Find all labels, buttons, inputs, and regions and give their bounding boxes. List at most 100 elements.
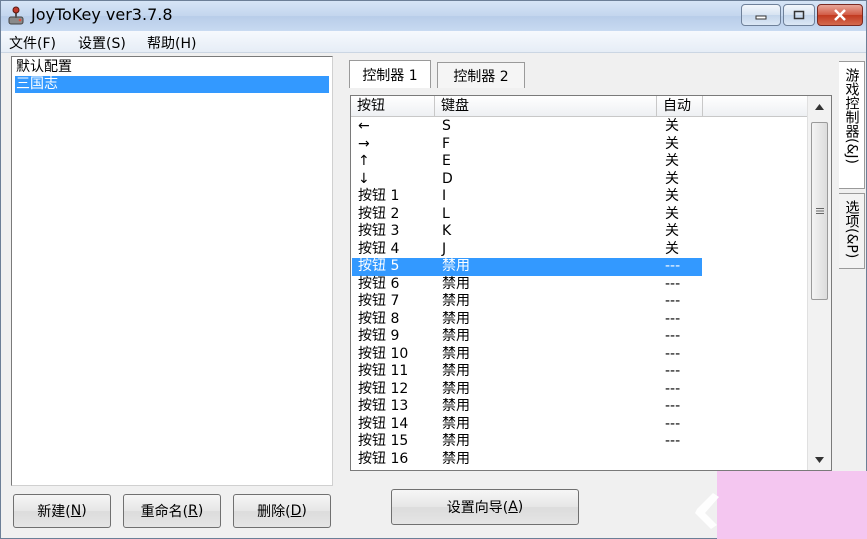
- menu-settings[interactable]: 设置(S): [78, 33, 126, 53]
- tab-controller-1[interactable]: 控制器 1: [349, 60, 431, 88]
- cell-keyboard: 禁用: [442, 380, 470, 397]
- menu-help[interactable]: 帮助(H): [147, 33, 196, 53]
- cell-auto: ---: [665, 363, 681, 379]
- tab-controller-2[interactable]: 控制器 2: [437, 62, 525, 88]
- cell-keyboard: S: [442, 118, 451, 134]
- tab-options[interactable]: 选项(&P): [839, 193, 865, 269]
- delete-button-label: 删除(: [257, 504, 291, 520]
- setup-wizard-key: A: [508, 499, 518, 515]
- new-button-label-end: ): [81, 503, 87, 519]
- table-row[interactable]: 按钮 11 禁用 ---: [352, 363, 702, 381]
- cell-auto: 关: [665, 188, 679, 204]
- table-row[interactable]: ↓ D 关: [352, 171, 702, 189]
- new-button-key: N: [70, 503, 82, 519]
- table-row[interactable]: 按钮 15 禁用 ---: [352, 433, 702, 451]
- minimize-button[interactable]: [741, 4, 781, 26]
- table-row[interactable]: ← S 关: [352, 118, 702, 136]
- delete-button-key: D: [290, 503, 302, 519]
- menu-bar: 文件(F) 设置(S) 帮助(H): [1, 31, 866, 53]
- tab-game-controller-label: 游戏控制器(&J): [843, 68, 860, 164]
- cell-button: ↓: [358, 170, 370, 187]
- cell-button: 按钮 7: [358, 293, 400, 309]
- maximize-button[interactable]: [783, 4, 815, 26]
- tab-controller-2-label: 控制器 2: [453, 68, 509, 85]
- delete-button[interactable]: 删除(D): [233, 494, 331, 528]
- table-row[interactable]: 按钮 16 禁用: [352, 451, 702, 469]
- cell-keyboard: 禁用: [442, 328, 470, 344]
- close-icon: [834, 9, 846, 21]
- table-row[interactable]: ↑ E 关: [352, 153, 702, 171]
- cell-button: 按钮 3: [358, 223, 400, 239]
- cell-keyboard: I: [442, 188, 447, 204]
- delete-button-label-end: ): [301, 503, 307, 519]
- title-bar[interactable]: JoyToKey ver3.7.8: [1, 1, 866, 31]
- tab-game-controller[interactable]: 游戏控制器(&J): [839, 61, 865, 189]
- cell-keyboard: 禁用: [442, 363, 470, 379]
- cell-auto: ---: [665, 293, 681, 309]
- grip-lines-icon: [816, 208, 824, 214]
- cell-keyboard: 禁用: [442, 258, 470, 274]
- cell-auto: 关: [665, 240, 679, 257]
- cell-keyboard: K: [442, 223, 452, 239]
- column-header-auto[interactable]: 自动: [657, 96, 703, 117]
- profile-item-sanguozhi[interactable]: 三国志: [15, 76, 329, 93]
- cell-auto: 关: [665, 135, 679, 152]
- cell-keyboard: L: [442, 205, 450, 222]
- cell-button: 按钮 8: [358, 310, 400, 327]
- new-button-label: 新建(: [37, 504, 71, 520]
- cell-button: 按钮 11: [358, 363, 409, 379]
- cell-auto: ---: [665, 310, 681, 327]
- table-row[interactable]: 按钮 4 J 关: [352, 241, 702, 259]
- grid-vertical-scrollbar[interactable]: [807, 96, 831, 470]
- table-row[interactable]: 按钮 5 禁用 ---: [352, 258, 702, 276]
- table-row[interactable]: 按钮 2 L 关: [352, 206, 702, 224]
- cell-button: 按钮 6: [358, 275, 400, 292]
- table-row[interactable]: 按钮 3 K 关: [352, 223, 702, 241]
- table-row[interactable]: 按钮 1 I 关: [352, 188, 702, 206]
- minimize-icon: [755, 15, 767, 20]
- table-row[interactable]: 按钮 10 禁用 ---: [352, 346, 702, 364]
- cell-auto: ---: [665, 433, 681, 449]
- cell-button: 按钮 9: [358, 328, 400, 344]
- button-mapping-grid[interactable]: 按钮 键盘 自动 ← S 关 → F 关 ↑ E 关 ↓ D 关按钮 1 I 关按钮 2 L 关按钮 3K关按…: [350, 95, 832, 471]
- scroll-up-arrow-icon[interactable]: [815, 104, 824, 110]
- new-button[interactable]: 新建(N): [13, 494, 111, 528]
- setup-wizard-label: 设置向导(: [446, 500, 509, 516]
- rename-button-label: 重命名(: [140, 504, 189, 520]
- rename-button[interactable]: 重命名(R): [123, 494, 221, 528]
- cell-auto: 关: [665, 223, 679, 239]
- watermark-overlay: [717, 471, 867, 539]
- maximize-icon: [793, 10, 805, 20]
- cell-auto: 关: [665, 205, 679, 222]
- table-row[interactable]: 按钮 6 禁用 ---: [352, 276, 702, 294]
- cell-auto: 关: [665, 170, 679, 187]
- profile-item-default[interactable]: 默认配置: [15, 59, 329, 76]
- close-button[interactable]: [817, 4, 863, 26]
- cell-button: 按钮 12: [358, 380, 409, 397]
- cell-auto: ---: [665, 275, 681, 292]
- table-row[interactable]: 按钮 7 禁用 ---: [352, 293, 702, 311]
- cell-button: ←: [358, 118, 370, 134]
- column-header-button[interactable]: 按钮: [351, 96, 435, 117]
- profile-list[interactable]: 默认配置 三国志: [11, 56, 333, 486]
- column-header-keyboard[interactable]: 键盘: [435, 96, 657, 117]
- cell-keyboard: 禁用: [442, 310, 470, 327]
- setup-wizard-label-end: ): [517, 499, 524, 515]
- table-row[interactable]: 按钮 14 禁用 ---: [352, 416, 702, 434]
- menu-file[interactable]: 文件(F): [9, 33, 56, 53]
- table-row[interactable]: → F 关: [352, 136, 702, 154]
- cell-button: 按钮 4: [358, 240, 400, 257]
- cell-keyboard: 禁用: [442, 275, 470, 292]
- cell-button: 按钮 5: [358, 258, 400, 274]
- cell-button: ↑: [358, 153, 370, 169]
- table-row[interactable]: 按钮 8 禁用 ---: [352, 311, 702, 329]
- setup-wizard-button[interactable]: 设置向导(A): [391, 489, 579, 525]
- table-row[interactable]: 按钮 12 禁用 ---: [352, 381, 702, 399]
- table-row[interactable]: 按钮 9 禁用 ---: [352, 328, 702, 346]
- rename-button-label-end: ): [197, 503, 204, 519]
- tab-options-label: 选项(&P): [843, 200, 860, 259]
- scroll-down-arrow-icon[interactable]: [815, 457, 824, 463]
- scrollbar-thumb[interactable]: [811, 122, 828, 300]
- cell-keyboard: 禁用: [442, 450, 470, 467]
- table-row[interactable]: 按钮 13 禁用 ---: [352, 398, 702, 416]
